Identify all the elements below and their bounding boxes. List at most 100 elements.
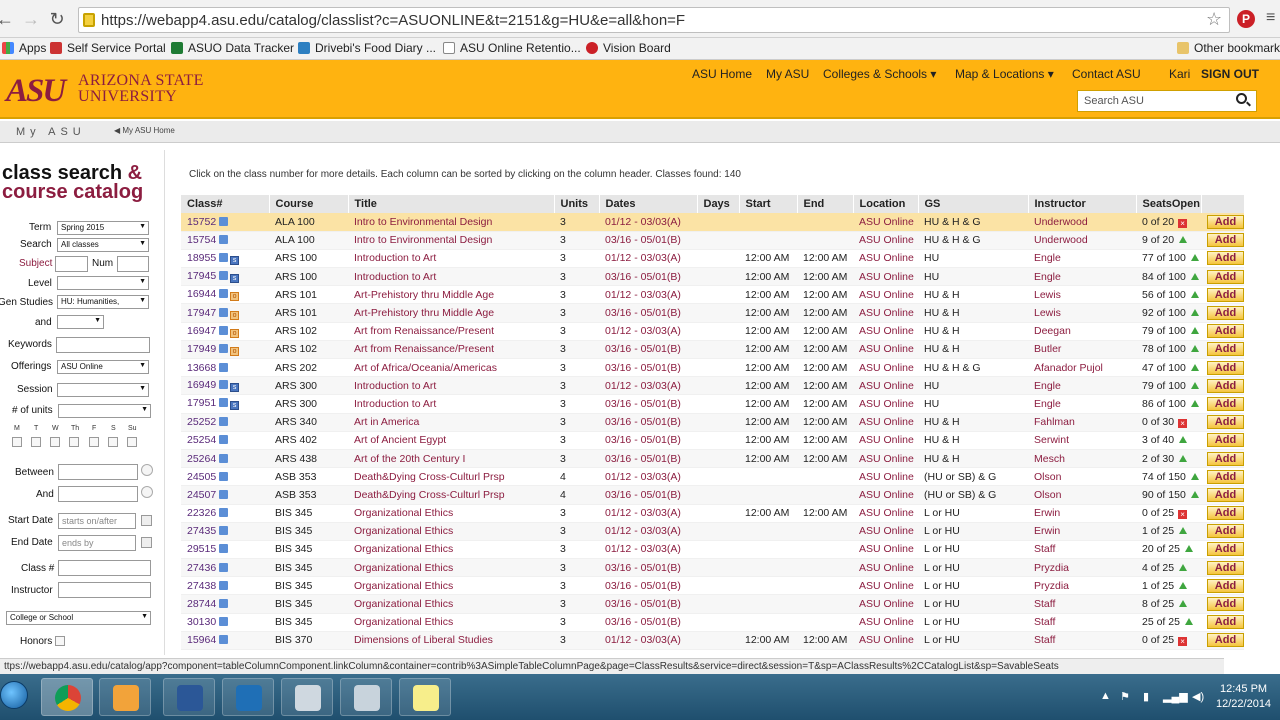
book-icon[interactable] (219, 489, 229, 499)
instructor-link[interactable]: Lewis (1034, 307, 1061, 319)
book-icon[interactable] (219, 617, 229, 627)
book-icon[interactable] (219, 635, 229, 645)
class-number-link[interactable]: 18955 (187, 252, 216, 264)
clock-icon[interactable] (141, 486, 153, 498)
taskbar-calculator[interactable] (340, 678, 392, 716)
book-icon[interactable] (219, 562, 229, 572)
course-title-link[interactable]: Organizational Ethics (354, 580, 453, 592)
system-clock[interactable]: 12:45 PM 12/22/2014 (1216, 682, 1271, 712)
nav-contact[interactable]: Contact ASU (1072, 67, 1141, 81)
add-class-button[interactable]: Add (1207, 469, 1244, 484)
num-input[interactable] (117, 256, 149, 272)
bookmark-self-service[interactable]: Self Service Portal (50, 41, 166, 55)
add-class-button[interactable]: Add (1207, 578, 1244, 593)
bookmark-apps[interactable]: Apps (2, 41, 46, 55)
add-class-button[interactable]: Add (1207, 342, 1244, 357)
class-number-link[interactable]: 17945 (187, 270, 216, 282)
book-icon[interactable] (219, 362, 229, 372)
clock-icon[interactable] (141, 464, 153, 476)
instructor-link[interactable]: Pryzdia (1034, 562, 1069, 574)
calendar-icon[interactable] (141, 537, 152, 548)
day-checkbox-su[interactable] (127, 437, 137, 447)
location-link[interactable]: ASU Online (859, 543, 914, 555)
class-number-link[interactable]: 27438 (187, 580, 216, 592)
book-icon[interactable] (219, 235, 229, 245)
open-resource-icon[interactable]: o (230, 292, 240, 302)
class-number-link[interactable]: 16949 (187, 379, 216, 391)
honors-checkbox[interactable] (55, 636, 65, 646)
class-number-link[interactable]: 22326 (187, 507, 216, 519)
bookmark-asuo-data[interactable]: ASUO Data Tracker (171, 41, 294, 55)
book-icon[interactable] (219, 289, 229, 299)
level-select[interactable] (57, 276, 149, 290)
myasu-home-link[interactable]: ◀ My ASU Home (114, 126, 175, 135)
term-select[interactable]: Spring 2015 (57, 221, 149, 235)
location-link[interactable]: ASU Online (859, 507, 914, 519)
location-link[interactable]: ASU Online (859, 343, 914, 355)
nav-my-asu[interactable]: My ASU (766, 67, 809, 81)
taskbar-snipping-tool[interactable] (281, 678, 333, 716)
location-link[interactable]: ASU Online (859, 525, 914, 537)
open-resource-icon[interactable]: o (230, 328, 240, 338)
offerings-select[interactable]: ASU Online (57, 360, 149, 374)
course-title-link[interactable]: Art of the 20th Century I (354, 453, 465, 465)
col-header-gs[interactable]: GS (918, 195, 1029, 213)
col-header-start[interactable]: Start (739, 195, 798, 213)
add-class-button[interactable]: Add (1207, 433, 1244, 448)
asu-logo[interactable]: ASU (6, 73, 66, 110)
instructor-link[interactable]: Lewis (1034, 289, 1061, 301)
instructor-link[interactable]: Engle (1034, 380, 1061, 392)
course-title-link[interactable]: Dimensions of Liberal Studies (354, 634, 493, 646)
add-class-button[interactable]: Add (1207, 506, 1244, 521)
class-number-link[interactable]: 16947 (187, 325, 216, 337)
course-title-link[interactable]: Art from Renaissance/Present (354, 343, 494, 355)
course-title-link[interactable]: Art-Prehistory thru Middle Age (354, 289, 494, 301)
class-number-link[interactable]: 17949 (187, 343, 216, 355)
add-class-button[interactable]: Add (1207, 542, 1244, 557)
class-number-link[interactable]: 17947 (187, 307, 216, 319)
book-icon[interactable] (219, 307, 229, 317)
add-class-button[interactable]: Add (1207, 396, 1244, 411)
col-header-instructor[interactable]: Instructor (1028, 195, 1137, 213)
add-class-button[interactable]: Add (1207, 324, 1244, 339)
instructor-input[interactable] (58, 582, 151, 598)
book-icon[interactable] (219, 435, 229, 445)
location-link[interactable]: ASU Online (859, 616, 914, 628)
subject-label[interactable]: Subject (19, 258, 52, 269)
time-between-input[interactable] (58, 464, 138, 480)
end-date-input[interactable]: ends by (58, 535, 136, 551)
flag-icon[interactable]: ⚑ (1120, 690, 1130, 703)
location-link[interactable]: ASU Online (859, 416, 914, 428)
bookmark-star-icon[interactable]: ☆ (1206, 9, 1222, 30)
book-icon[interactable] (219, 508, 229, 518)
calendar-icon[interactable] (141, 515, 152, 526)
class-number-link[interactable]: 27435 (187, 525, 216, 537)
day-checkbox-th[interactable] (69, 437, 79, 447)
browser-menu-icon[interactable]: ≡ (1266, 9, 1275, 27)
back-icon[interactable]: ← (0, 8, 16, 30)
time-and-input[interactable] (58, 486, 138, 502)
instructor-link[interactable]: Underwood (1034, 234, 1088, 246)
address-bar[interactable]: https://webapp4.asu.edu/catalog/classlis… (78, 7, 1230, 33)
battery-icon[interactable]: ▮ (1143, 690, 1149, 703)
class-num-input[interactable] (58, 560, 151, 576)
taskbar-word[interactable] (163, 678, 215, 716)
class-number-link[interactable]: 13668 (187, 362, 216, 374)
add-class-button[interactable]: Add (1207, 378, 1244, 393)
instructor-link[interactable]: Staff (1034, 598, 1055, 610)
add-class-button[interactable]: Add (1207, 451, 1244, 466)
col-header-units[interactable]: Units (554, 195, 600, 213)
bookmark-asu-online[interactable]: ASU Online Retentio... (443, 41, 581, 55)
keywords-input[interactable] (56, 337, 150, 353)
instructor-link[interactable]: Engle (1034, 271, 1061, 283)
location-link[interactable]: ASU Online (859, 252, 914, 264)
col-header-location[interactable]: Location (853, 195, 919, 213)
college-select[interactable]: College or School (6, 611, 151, 625)
instructor-link[interactable]: Olson (1034, 471, 1061, 483)
course-title-link[interactable]: Organizational Ethics (354, 543, 453, 555)
class-number-link[interactable]: 25264 (187, 453, 216, 465)
col-header-seats-open[interactable]: SeatsOpen (1136, 195, 1202, 213)
open-resource-icon[interactable]: o (230, 346, 240, 356)
pinterest-icon[interactable]: P (1237, 10, 1255, 28)
location-link[interactable]: ASU Online (859, 362, 914, 374)
